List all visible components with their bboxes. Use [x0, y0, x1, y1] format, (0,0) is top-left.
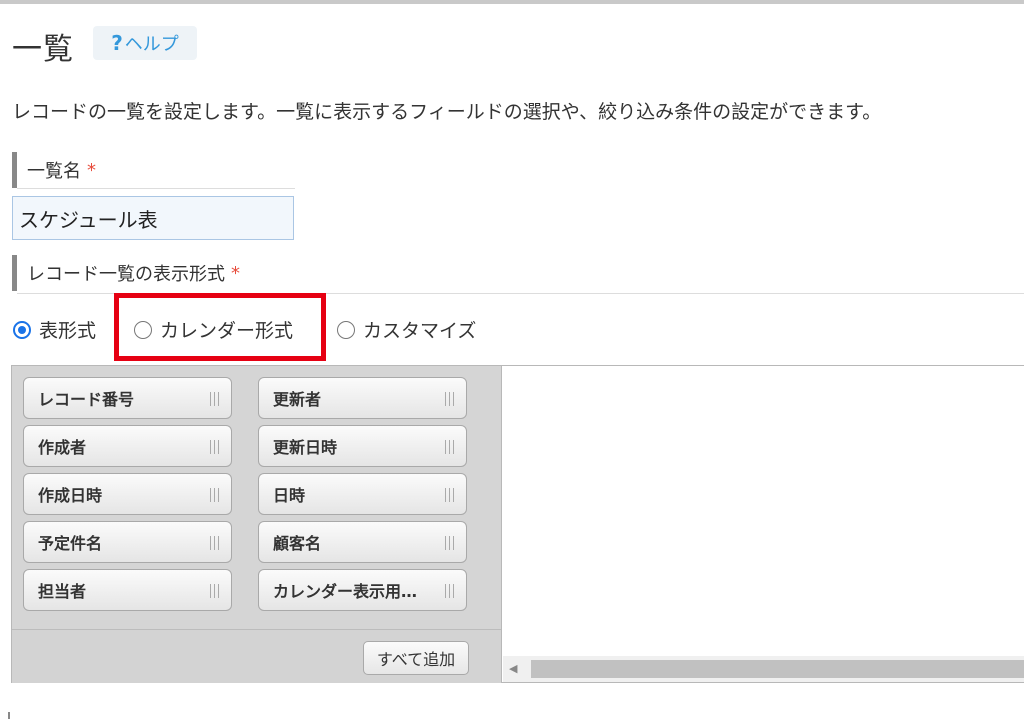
field-item[interactable]: カレンダー表示用…	[258, 569, 467, 611]
list-name-input[interactable]	[12, 196, 294, 240]
drag-handle-icon[interactable]	[210, 392, 222, 406]
field-item[interactable]: 担当者	[23, 569, 232, 611]
drag-handle-icon[interactable]	[445, 392, 457, 406]
field-item[interactable]: 日時	[258, 473, 467, 515]
radio-unchecked-icon[interactable]	[337, 320, 355, 339]
field-palette: レコード番号 作成者 作成日時 予定件名 担当者 更新者 更新日時 日時 顧客名…	[11, 365, 502, 683]
field-label: 作成日時	[38, 486, 103, 505]
list-name-heading: 一覧名 *	[12, 152, 96, 188]
field-label: 更新者	[273, 390, 322, 409]
field-label: レコード番号	[38, 390, 135, 409]
drag-handle-icon[interactable]	[445, 488, 457, 502]
required-mark: *	[231, 262, 240, 284]
radio-label: カスタマイズ	[363, 320, 477, 342]
field-label: 日時	[273, 486, 306, 505]
page-title: 一覧	[12, 32, 74, 67]
radio-label: 表形式	[39, 320, 97, 342]
horizontal-scrollbar[interactable]: ◀	[503, 656, 1024, 682]
field-item[interactable]: 作成者	[23, 425, 232, 467]
help-button[interactable]: ? ヘルプ	[93, 26, 197, 60]
field-item[interactable]: 予定件名	[23, 521, 232, 563]
drag-handle-icon[interactable]	[210, 536, 222, 550]
page-description: レコードの一覧を設定します。一覧に表示するフィールドの選択や、絞り込み条件の設定…	[12, 101, 882, 123]
palette-footer: すべて追加	[12, 629, 501, 683]
scrollbar-thumb[interactable]	[531, 660, 1024, 678]
radio-table-format[interactable]: 表形式	[13, 316, 96, 343]
drag-handle-icon[interactable]	[445, 536, 457, 550]
radio-customize[interactable]: カスタマイズ	[337, 316, 476, 343]
field-item[interactable]: 作成日時	[23, 473, 232, 515]
field-item[interactable]: レコード番号	[23, 377, 232, 419]
list-name-label: 一覧名	[27, 161, 81, 182]
field-item[interactable]: 更新日時	[258, 425, 467, 467]
drag-handle-icon[interactable]	[210, 440, 222, 454]
field-label: 作成者	[38, 438, 87, 457]
top-border	[0, 0, 1024, 4]
field-item[interactable]: 顧客名	[258, 521, 467, 563]
display-format-label: レコード一覧の表示形式	[27, 264, 225, 285]
field-label: 顧客名	[273, 534, 322, 553]
drag-handle-icon[interactable]	[445, 584, 457, 598]
section-marker	[8, 712, 10, 719]
question-icon: ?	[111, 31, 123, 55]
help-label: ヘルプ	[124, 34, 179, 55]
layout-canvas[interactable]	[502, 365, 1024, 683]
field-label: カレンダー表示用…	[273, 582, 418, 601]
scroll-left-icon[interactable]: ◀	[509, 662, 517, 675]
display-format-heading: レコード一覧の表示形式 *	[12, 255, 240, 291]
required-mark: *	[87, 159, 96, 181]
radio-checked-icon[interactable]	[13, 320, 31, 339]
highlight-annotation	[114, 293, 326, 361]
field-label: 更新日時	[273, 438, 338, 457]
field-item[interactable]: 更新者	[258, 377, 467, 419]
drag-handle-icon[interactable]	[445, 440, 457, 454]
drag-handle-icon[interactable]	[210, 584, 222, 598]
add-all-button[interactable]: すべて追加	[363, 641, 469, 675]
drag-handle-icon[interactable]	[210, 488, 222, 502]
field-label: 担当者	[38, 582, 87, 601]
field-label: 予定件名	[38, 534, 103, 553]
divider	[17, 188, 295, 189]
